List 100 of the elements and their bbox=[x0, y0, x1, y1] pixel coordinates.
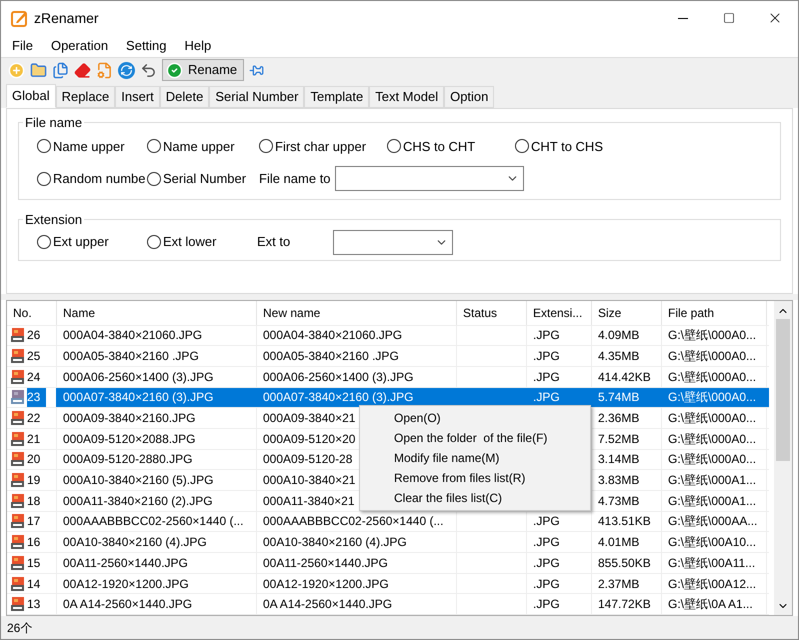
menu-item[interactable]: Open the folder of the file(F) bbox=[360, 428, 590, 448]
table-cell-text: 000A09-3840×21 bbox=[263, 410, 356, 428]
table-cell-text: 3.14MB bbox=[598, 451, 640, 468]
dropdown-field[interactable] bbox=[334, 166, 524, 191]
table-cell-text: 5.74MB bbox=[598, 389, 640, 406]
table-cell-text: 000AAABBBCC02-2560×1440 (... bbox=[263, 513, 444, 530]
table-row[interactable]: 17 000AAABBBCC02-2560×1440 (... 000AAABBBCC02-2560×1440 (... .JPG 413.51KB G:\壁纸\000AA... bbox=[7, 512, 769, 532]
radio-button[interactable]: CHS to CHT bbox=[387, 136, 515, 156]
table-cell-text: 000AAABBBCC02-2560×1440 (... bbox=[63, 513, 244, 530]
table-cell-text: 855.50KB bbox=[598, 554, 651, 572]
table-cell-text: 000A09-5120×20 bbox=[263, 430, 356, 448]
table-cell-text: .JPG bbox=[533, 327, 560, 344]
tab[interactable]: Insert bbox=[115, 86, 160, 108]
table-row[interactable]: 25 000A05-3840×2160 .JPG 000A05-3840×2160 .JPG .JPG 4.35MB G:\壁纸\000A0... bbox=[7, 346, 769, 367]
folder-add-icon[interactable] bbox=[30, 62, 47, 78]
table-cell-text: 000A09-5120-2880.JPG bbox=[63, 451, 192, 468]
table-cell-text: 000A09-3840×2160.JPG bbox=[63, 410, 196, 428]
table-cell-text: 7.52MB bbox=[598, 430, 640, 448]
menu-item[interactable]: Remove from files list(R) bbox=[360, 468, 590, 488]
scrollbar[interactable] bbox=[774, 301, 792, 615]
field-label: File name to bbox=[259, 170, 331, 188]
table-cell-text: .JPG bbox=[533, 348, 560, 366]
table-cell-text: 13 bbox=[27, 596, 40, 614]
radio-button[interactable]: Name upper bbox=[37, 136, 147, 156]
brush-icon[interactable] bbox=[74, 62, 91, 78]
table-cell-text: 4.35MB bbox=[598, 348, 640, 366]
tab[interactable]: Global bbox=[6, 84, 56, 108]
table-cell-text: G:\壁纸\000A0... bbox=[668, 327, 756, 344]
table-cell-text: 000A07-3840×2160 (3).JPG bbox=[63, 389, 214, 406]
refresh-icon[interactable] bbox=[118, 62, 135, 78]
table-cell-text: 000A05-3840×2160 .JPG bbox=[263, 348, 399, 366]
table-row[interactable]: 14 00A12-1920×1200.JPG 00A12-1920×1200.JPG .JPG 2.37MB G:\壁纸\00A12... bbox=[7, 574, 769, 594]
table-cell-text: 414.42KB bbox=[598, 368, 651, 386]
column-header[interactable]: Extensi... bbox=[527, 301, 592, 325]
table-row[interactable]: 26 000A04-3840×21060.JPG 000A04-3840×21060.JPG .JPG 4.09MB G:\壁纸\000A0... bbox=[7, 326, 769, 346]
table-row[interactable]: 13 0A A14-2560×1440.JPG 0A A14-2560×1440.JPG .JPG 147.72KB G:\壁纸\0A A1... bbox=[7, 594, 769, 616]
tab[interactable]: Replace bbox=[56, 86, 116, 108]
files-icon[interactable] bbox=[52, 62, 69, 78]
radio-button[interactable]: Serial Number bbox=[147, 168, 259, 188]
dropdown-field[interactable] bbox=[333, 230, 453, 254]
menu-item[interactable]: File bbox=[3, 36, 42, 56]
image-file-icon bbox=[11, 390, 25, 404]
tab[interactable]: Serial Number bbox=[209, 86, 304, 108]
rename-button[interactable]: Rename bbox=[162, 59, 244, 81]
image-file-icon bbox=[11, 535, 25, 550]
table-cell-text: .JPG bbox=[533, 596, 560, 614]
table-cell-text: 2.37MB bbox=[598, 576, 640, 592]
table-cell-text: 24 bbox=[27, 368, 40, 386]
pin-icon[interactable] bbox=[249, 62, 264, 78]
table-row[interactable]: 23 000A07-3840×2160 (3).JPG 000A07-3840×2160 (3).JPG .JPG 5.74MB G:\壁纸\000A0... bbox=[7, 388, 769, 408]
undo-icon[interactable] bbox=[140, 62, 157, 78]
table-cell-text: G:\壁纸\000A0... bbox=[668, 430, 756, 448]
menu-item[interactable]: Help bbox=[176, 36, 220, 56]
table-cell-text: 16 bbox=[27, 534, 40, 552]
column-header[interactable]: Status bbox=[457, 301, 527, 325]
radio-button[interactable]: CHT to CHS bbox=[515, 136, 625, 156]
table-cell-text: 00A11-2560×1440.JPG bbox=[263, 554, 388, 572]
menu-item[interactable]: Modify file name(M) bbox=[360, 448, 590, 468]
image-file-icon bbox=[11, 328, 25, 342]
menu-item[interactable]: Operation bbox=[42, 36, 118, 56]
table-cell-text: 000A11-3840×2160 (2).JPG bbox=[63, 492, 213, 510]
table-cell-text: .JPG bbox=[533, 513, 560, 530]
table-cell-text: G:\壁纸\000A0... bbox=[668, 348, 756, 366]
column-header[interactable]: Size bbox=[592, 301, 662, 325]
table-cell-text: 000A06-2560×1400 (3).JPG bbox=[263, 368, 414, 386]
group-title: Extension bbox=[24, 211, 84, 229]
table-cell-text: G:\壁纸\000A0... bbox=[668, 368, 756, 386]
tab[interactable]: Template bbox=[304, 86, 370, 108]
table-cell-text: G:\壁纸\000A0... bbox=[668, 451, 756, 468]
table-cell-text: 17 bbox=[27, 513, 40, 530]
radio-button[interactable]: Name upper bbox=[147, 136, 259, 156]
table-cell-text: G:\壁纸\000A0... bbox=[668, 410, 756, 428]
column-header[interactable]: New name bbox=[257, 301, 457, 325]
radio-button[interactable]: Ext upper bbox=[37, 232, 147, 252]
menu-item[interactable]: Open(O) bbox=[360, 408, 590, 428]
column-header[interactable]: Name bbox=[57, 301, 257, 325]
tab[interactable]: Delete bbox=[160, 86, 210, 108]
table-cell-text: G:\壁纸\000A0... bbox=[668, 389, 756, 406]
table-row[interactable]: 16 00A10-3840×2160 (4).JPG 00A10-3840×2160 (4).JPG .JPG 4.01MB G:\壁纸\00A10... bbox=[7, 532, 769, 553]
column-header[interactable]: No. bbox=[7, 301, 57, 325]
menu-item[interactable]: Clear the files list(C) bbox=[360, 488, 590, 508]
image-file-icon bbox=[11, 576, 25, 590]
table-cell-text: 00A10-3840×2160 (4).JPG bbox=[263, 534, 407, 552]
menu-item[interactable]: Setting bbox=[117, 36, 176, 56]
scroll-thumb[interactable] bbox=[776, 319, 790, 461]
table-cell-text: 26 bbox=[27, 327, 40, 344]
table-cell-text: G:\壁纸\00A10... bbox=[668, 534, 756, 552]
table-cell-text: 000A06-2560×1400 (3).JPG bbox=[63, 368, 214, 386]
table-row[interactable]: 15 00A11-2560×1440.JPG 00A11-2560×1440.JPG .JPG 855.50KB G:\壁纸\00A11... bbox=[7, 553, 769, 574]
tab[interactable]: Text Model bbox=[369, 86, 444, 108]
table-cell-text: 000A04-3840×21060.JPG bbox=[263, 327, 402, 344]
file-settings-icon[interactable] bbox=[96, 62, 113, 78]
column-header[interactable]: File path bbox=[662, 301, 767, 325]
image-file-icon bbox=[11, 494, 25, 508]
radio-button[interactable]: Ext lower bbox=[147, 232, 257, 252]
radio-button[interactable]: Random numbe bbox=[37, 168, 147, 188]
group-title: File name bbox=[24, 114, 84, 132]
radio-button[interactable]: First char upper bbox=[259, 136, 387, 156]
tab[interactable]: Option bbox=[444, 86, 494, 108]
table-cell-text: .JPG bbox=[533, 554, 560, 572]
